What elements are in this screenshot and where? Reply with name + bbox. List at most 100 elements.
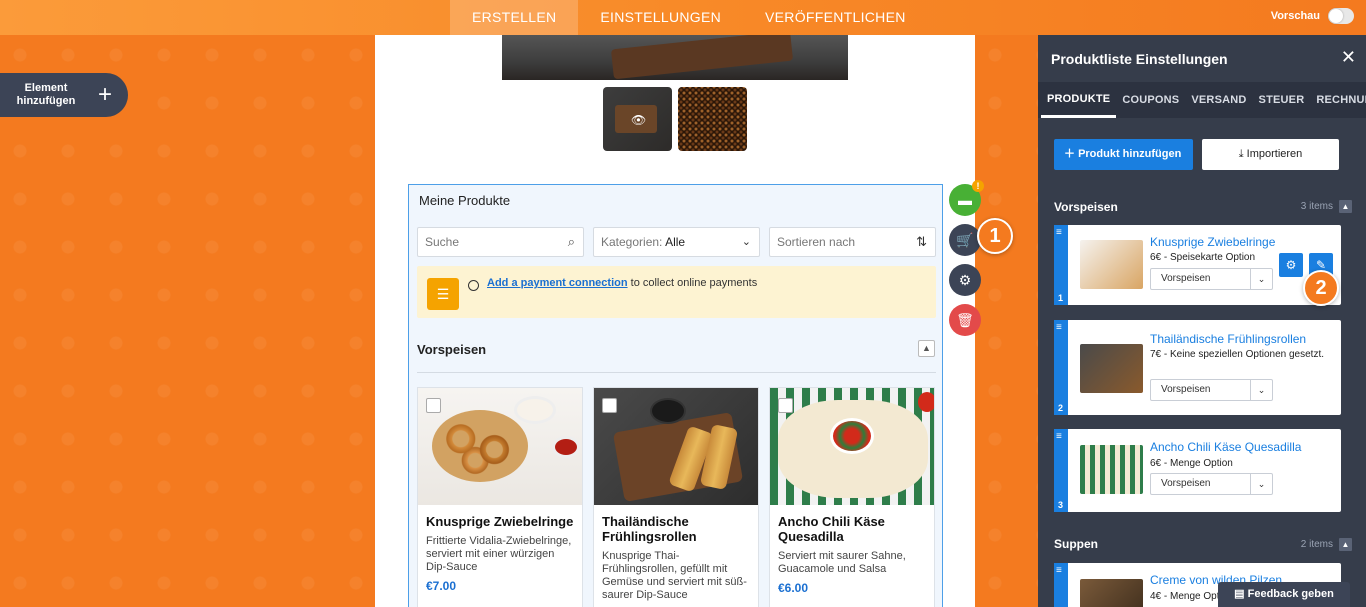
payment-notice-text: Add a payment connection to collect onli… (487, 277, 757, 289)
payment-connection-link[interactable]: Add a payment connection (487, 277, 628, 289)
payment-card-icon[interactable]: ▬! (949, 180, 984, 216)
add-product-button[interactable]: ＋ Produkt hinzufügen (1054, 139, 1193, 170)
product-option: 6€ - Menge Option (1150, 458, 1233, 469)
thumbnail-image-2[interactable] (678, 87, 747, 151)
product-list-widget[interactable]: Meine Produkte Suche ⌕ Kategorien: Alle … (408, 184, 943, 607)
drag-handle[interactable]: ≡ 1 (1054, 225, 1068, 305)
product-card[interactable]: Ancho Chili Käse Quesadilla Serviert mit… (769, 387, 935, 607)
drag-handle[interactable]: ≡ 2 (1054, 320, 1068, 415)
add-element-button[interactable]: Element hinzufügen + (0, 73, 128, 117)
search-input[interactable]: Suche ⌕ (417, 227, 584, 257)
tab-steuer[interactable]: STEUER (1253, 82, 1311, 118)
product-thumbnail (1080, 579, 1143, 607)
product-name[interactable]: Ancho Chili Käse Quesadilla (1150, 440, 1301, 454)
product-image-quesadilla (770, 388, 934, 505)
product-price (594, 602, 758, 607)
thumbnail-image-1[interactable]: 👁 (603, 87, 672, 151)
category-count-text: 3 items (1300, 201, 1333, 213)
select-checkbox[interactable] (426, 398, 441, 413)
product-card[interactable]: Thailändische Frühlingsrollen Knusprige … (593, 387, 759, 607)
gear-icon[interactable]: ⚙ (1279, 253, 1303, 277)
chevron-down-icon: ⌄ (741, 236, 751, 248)
import-label: Importieren (1246, 148, 1303, 160)
trash-icon[interactable]: 🗑 (949, 304, 981, 336)
chevron-up-icon[interactable]: ▲ (1339, 200, 1352, 213)
preview-control: Vorschau (1271, 8, 1354, 24)
tab-veroeffentlichen[interactable]: VERÖFFENTLICHEN (743, 0, 928, 35)
product-thumbnail (1080, 344, 1143, 393)
item-index: 3 (1058, 500, 1064, 510)
section-divider (417, 372, 936, 373)
category-select[interactable]: Vorspeisen ⌄ (1150, 473, 1273, 495)
category-title: Vorspeisen (1054, 200, 1118, 214)
chevron-up-icon[interactable]: ▲ (918, 340, 935, 357)
category-select[interactable]: Vorspeisen ⌄ (1150, 379, 1273, 401)
category-label: Kategorien: (601, 235, 663, 249)
category-select[interactable]: Kategorien: Alle ⌄ (593, 227, 760, 257)
drag-icon: ≡ (1056, 227, 1062, 238)
product-cards: Knusprige Zwiebelringe Frittierte Vidali… (417, 387, 935, 607)
payment-radio[interactable] (468, 280, 479, 291)
tab-rechnung[interactable]: RECHNUNG (1310, 82, 1366, 118)
widget-toolbar: ▬! 🛒 ⚙ 🗑 (949, 180, 984, 336)
category-select[interactable]: Vorspeisen ⌄ (1150, 268, 1273, 290)
product-list-title: Meine Produkte (419, 193, 511, 208)
select-checkbox[interactable] (778, 398, 793, 413)
panel-title: Produktliste Einstellungen (1051, 51, 1228, 67)
category-count: 2 items ▲ (1301, 538, 1352, 551)
callout-2: 2 (1303, 270, 1339, 306)
drag-icon: ≡ (1056, 565, 1062, 576)
item-index: 2 (1058, 403, 1064, 413)
eye-icon[interactable]: 👁 (631, 113, 646, 127)
product-item[interactable]: ≡ 3 Ancho Chili Käse Quesadilla 6€ - Meng… (1054, 429, 1341, 512)
sort-icon: ⇅ (916, 234, 927, 249)
drag-handle[interactable]: ≡ (1054, 563, 1068, 607)
list-icon: ☰ (427, 278, 459, 310)
canvas-background-left (0, 35, 375, 607)
category-select-value: Vorspeisen (1161, 478, 1211, 489)
product-item[interactable]: ≡ 1 Knusprige Zwiebelringe 6€ - Speisekar… (1054, 225, 1341, 305)
import-button[interactable]: ⤓ Importieren (1202, 139, 1339, 170)
plus-icon: ＋ (1064, 148, 1079, 160)
drag-handle[interactable]: ≡ 3 (1054, 429, 1068, 512)
feedback-button[interactable]: ▤ Feedback geben (1218, 582, 1350, 607)
main-tabs: ERSTELLEN EINSTELLUNGEN VERÖFFENTLICHEN (450, 0, 928, 35)
preview-toggle[interactable] (1328, 8, 1354, 24)
close-icon[interactable]: ✕ (1341, 47, 1356, 68)
gear-icon[interactable]: ⚙ (949, 264, 981, 296)
product-item[interactable]: ≡ 2 Thailändische Frühlingsrollen 7€ - Ke… (1054, 320, 1341, 415)
chevron-up-icon[interactable]: ▲ (1339, 538, 1352, 551)
product-option: 6€ - Speisekarte Option (1150, 252, 1256, 263)
search-placeholder: Suche (425, 235, 460, 249)
product-description: Knusprige Thai-Frühlingsrollen, gefüllt … (602, 550, 747, 601)
product-name[interactable]: Knusprige Zwiebelringe (1150, 235, 1275, 249)
settings-panel: Produktliste Einstellungen ✕ PRODUKTE CO… (1038, 35, 1366, 607)
panel-actions: ＋ Produkt hinzufügen ⤓ Importieren (1054, 139, 1339, 170)
tab-produkte[interactable]: PRODUKTE (1041, 82, 1117, 118)
cart-icon[interactable]: 🛒 (949, 224, 981, 256)
category-count-text: 2 items (1300, 539, 1333, 551)
warning-badge: ! (972, 180, 984, 192)
preview-label: Vorschau (1270, 10, 1320, 22)
tab-coupons[interactable]: COUPONS (1116, 82, 1185, 118)
callout-1: 1 (977, 218, 1013, 254)
tab-einstellungen[interactable]: EINSTELLUNGEN (578, 0, 743, 35)
add-element-label: Element hinzufügen (16, 82, 76, 107)
page-canvas: 👁 Meine Produkte Suche ⌕ Kategorien: All… (375, 35, 975, 607)
product-thumbnail (1080, 445, 1143, 494)
plus-icon: + (98, 81, 113, 108)
feedback-label: Feedback geben (1247, 588, 1334, 600)
category-value: Alle (665, 235, 686, 249)
product-card[interactable]: Knusprige Zwiebelringe Frittierte Vidali… (417, 387, 583, 607)
product-name: Ancho Chili Käse Quesadilla (778, 514, 885, 544)
select-checkbox[interactable] (602, 398, 617, 413)
sort-select[interactable]: Sortieren nach ⇅ (769, 227, 936, 257)
category-select-value: Vorspeisen (1161, 384, 1211, 395)
product-name[interactable]: Thailändische Frühlingsrollen (1150, 332, 1306, 346)
tab-versand[interactable]: VERSAND (1185, 82, 1252, 118)
add-product-label: Produkt hinzufügen (1078, 148, 1182, 160)
product-image-onion-rings (418, 388, 582, 505)
chevron-down-icon: ⌄ (1250, 380, 1272, 400)
tab-erstellen[interactable]: ERSTELLEN (450, 0, 579, 35)
download-icon: ⤓ (1238, 148, 1247, 160)
